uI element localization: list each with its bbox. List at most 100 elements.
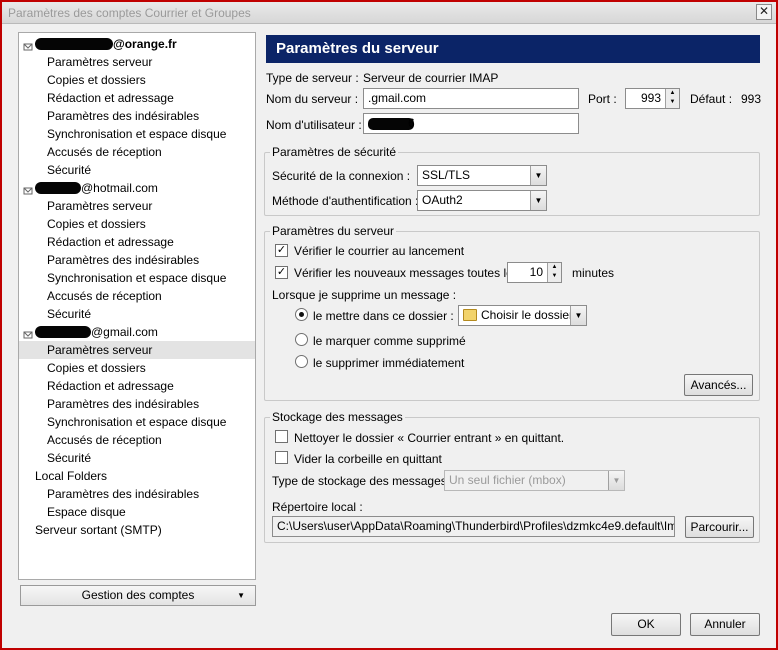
tree-item[interactable]: Sécurité	[19, 305, 255, 323]
tree-item[interactable]: Accusés de réception	[19, 287, 255, 305]
title-bar: Paramètres des comptes Courrier et Group…	[2, 2, 776, 24]
tree-item[interactable]: Paramètres des indésirables	[19, 251, 255, 269]
tree-item-label: Synchronisation et espace disque	[47, 271, 227, 285]
tree-item[interactable]: Accusés de réception	[19, 431, 255, 449]
store-type-select: Un seul fichier (mbox) ▼	[444, 470, 625, 491]
redacted-address	[35, 182, 81, 194]
tree-item-label: Paramètres serveur	[47, 343, 153, 357]
radio-move-to-folder[interactable]	[295, 308, 308, 321]
account-name: @gmail.com	[91, 325, 158, 339]
tree-account-orange[interactable]: @orange.fr	[19, 35, 255, 53]
folder-picker-value: Choisir le dossier...	[481, 308, 583, 322]
auth-method-select[interactable]: OAuth2 ▼	[417, 190, 547, 211]
tree-item-label: Accusés de réception	[47, 145, 162, 159]
tree-item[interactable]: Synchronisation et espace disque	[19, 413, 255, 431]
tree-item-label: Sécurité	[47, 451, 92, 465]
manage-accounts-label: Gestion des comptes	[81, 588, 195, 602]
ok-button[interactable]: OK	[611, 613, 681, 636]
port-label: Port :	[588, 92, 617, 106]
tree-item[interactable]: Copies et dossiers	[19, 359, 255, 377]
tree-item[interactable]: Synchronisation et espace disque	[19, 125, 255, 143]
tree-item-label: Accusés de réception	[47, 433, 162, 447]
connection-security-value: SSL/TLS	[422, 168, 471, 182]
username-text: 6	[408, 116, 415, 130]
radio-delete-now[interactable]	[295, 355, 308, 368]
tree-item[interactable]: Sécurité	[19, 449, 255, 467]
tree-local-folders[interactable]: Local Folders	[19, 467, 255, 485]
window-title: Paramètres des comptes Courrier et Group…	[8, 6, 251, 20]
tree-item-label: Espace disque	[47, 505, 126, 519]
local-dir-input[interactable]: C:\Users\user\AppData\Roaming\Thunderbir…	[272, 516, 675, 537]
tree-item-label: Paramètres des indésirables	[47, 487, 200, 501]
browse-button[interactable]: Parcourir...	[685, 516, 754, 538]
tree-item[interactable]: Rédaction et adressage	[19, 89, 255, 107]
manage-accounts-button[interactable]: Gestion des comptes ▼	[20, 585, 256, 606]
empty-trash-checkbox[interactable]	[275, 451, 288, 464]
auth-method-label: Méthode d'authentification :	[272, 194, 419, 208]
tree-item[interactable]: Paramètres serveur	[19, 53, 255, 71]
dropdown-arrow-icon: ▼	[530, 191, 546, 210]
check-startup-checkbox[interactable]: ✓	[275, 244, 288, 257]
folder-picker-select[interactable]: Choisir le dossier... ▼	[458, 305, 587, 326]
radio-mark-deleted[interactable]	[295, 333, 308, 346]
default-port-value: 993	[741, 92, 762, 106]
panel-header: Paramètres du serveur	[266, 35, 760, 63]
dropdown-arrow-icon: ▼	[608, 471, 624, 490]
username-input[interactable]: 6	[363, 113, 579, 134]
tree-item[interactable]: Paramètres des indésirables	[19, 485, 255, 503]
on-delete-label: Lorsque je supprime un message :	[272, 288, 457, 302]
tree-item-label: Sécurité	[47, 307, 92, 321]
minutes-label: minutes	[572, 266, 615, 280]
connection-security-select[interactable]: SSL/TLS ▼	[417, 165, 547, 186]
check-interval-input[interactable]: 10 ▲ ▼	[507, 262, 562, 283]
clean-inbox-label: Nettoyer le dossier « Courrier entrant »…	[294, 431, 565, 445]
tree-item[interactable]: Espace disque	[19, 503, 255, 521]
tree-item[interactable]: Rédaction et adressage	[19, 377, 255, 395]
tree-smtp[interactable]: Serveur sortant (SMTP)	[19, 521, 255, 539]
storage-legend: Stockage des messages	[270, 410, 405, 424]
tree-item[interactable]: Synchronisation et espace disque	[19, 269, 255, 287]
cancel-button[interactable]: Annuler	[690, 613, 760, 636]
tree-account-hotmail[interactable]: @hotmail.com	[19, 179, 255, 197]
local-dir-label: Répertoire local :	[272, 500, 363, 514]
tree-item[interactable]: Paramètres serveur	[19, 197, 255, 215]
tree-item-label: Local Folders	[35, 469, 108, 483]
server-type-label: Type de serveur :	[266, 71, 359, 85]
account-name: @hotmail.com	[81, 181, 158, 195]
tree-item-label: Synchronisation et espace disque	[47, 127, 227, 141]
server-type-value: Serveur de courrier IMAP	[363, 71, 499, 85]
radio-mark-label: le marquer comme supprimé	[313, 334, 466, 348]
tree-item[interactable]: Copies et dossiers	[19, 215, 255, 233]
tree-item[interactable]: Rédaction et adressage	[19, 233, 255, 251]
account-icon	[23, 183, 33, 195]
clean-inbox-checkbox[interactable]	[275, 430, 288, 443]
tree-item-label: Accusés de réception	[47, 289, 162, 303]
radio-delete-label: le supprimer immédiatement	[313, 356, 465, 370]
tree-item-label: Serveur sortant (SMTP)	[35, 523, 162, 537]
close-icon[interactable]: ✕	[759, 4, 769, 18]
check-every-checkbox[interactable]: ✓	[275, 266, 288, 279]
tree-account-gmail[interactable]: @gmail.com	[19, 323, 255, 341]
auth-method-value: OAuth2	[422, 193, 463, 207]
server-name-input[interactable]: .gmail.com	[363, 88, 579, 109]
tree-item-selected[interactable]: Paramètres serveur	[19, 341, 255, 359]
security-legend: Paramètres de sécurité	[270, 145, 399, 159]
close-button[interactable]: ✕	[756, 4, 772, 20]
dropdown-arrow-icon: ▼	[237, 591, 245, 600]
account-tree[interactable]: @orange.fr Paramètres serveur Copies et …	[18, 32, 256, 580]
tree-item[interactable]: Copies et dossiers	[19, 71, 255, 89]
tree-item-label: Synchronisation et espace disque	[47, 415, 227, 429]
tree-item[interactable]: Paramètres des indésirables	[19, 107, 255, 125]
port-input[interactable]: 993 ▲ ▼	[625, 88, 680, 109]
advanced-button[interactable]: Avancés...	[684, 374, 753, 396]
tree-item-label: Rédaction et adressage	[47, 379, 174, 393]
interval-spinner[interactable]: ▲ ▼	[547, 263, 561, 282]
tree-item[interactable]: Paramètres des indésirables	[19, 395, 255, 413]
store-type-label: Type de stockage des messages :	[272, 474, 454, 488]
tree-item-label: Paramètres des indésirables	[47, 109, 200, 123]
tree-item[interactable]: Accusés de réception	[19, 143, 255, 161]
redacted-address	[35, 326, 91, 338]
tree-item[interactable]: Sécurité	[19, 161, 255, 179]
port-spinner[interactable]: ▲ ▼	[665, 89, 679, 108]
tree-item-label: Paramètres des indésirables	[47, 397, 200, 411]
